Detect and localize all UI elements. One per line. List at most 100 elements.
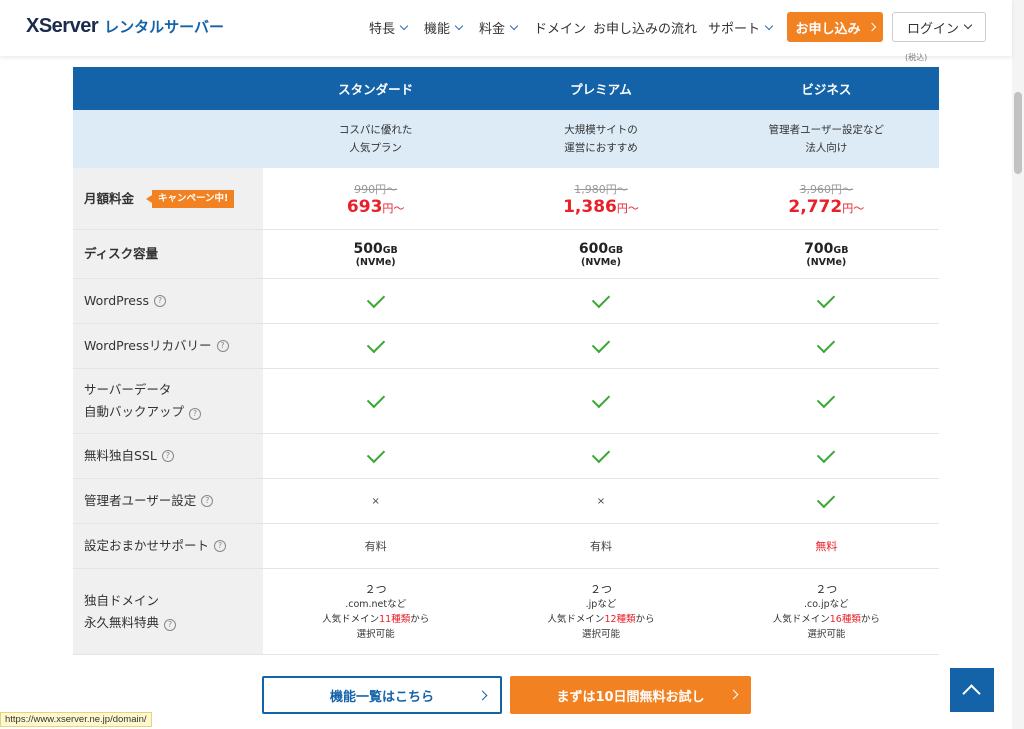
nav-features-label: 特長 bbox=[369, 22, 396, 37]
chevron-down-icon bbox=[399, 21, 409, 30]
disk-size: 600GB bbox=[579, 241, 623, 257]
scrollbar-thumb[interactable] bbox=[1014, 92, 1022, 174]
wordpress-premium bbox=[488, 279, 713, 323]
old-price: 3,960円〜 bbox=[799, 182, 854, 196]
old-price: 990円〜 bbox=[354, 182, 398, 196]
logo-sub: レンタルサーバー bbox=[104, 18, 224, 36]
nav-flow-label: お申し込みの流れ bbox=[593, 22, 698, 37]
chevron-down-icon bbox=[454, 21, 464, 30]
desc-blank-cell bbox=[73, 110, 263, 168]
check-icon bbox=[366, 389, 385, 408]
backup-business bbox=[714, 369, 939, 433]
domain-kinds: 12種類 bbox=[604, 613, 636, 625]
login-button[interactable]: ログイン bbox=[892, 12, 986, 42]
ssl-standard bbox=[263, 434, 488, 478]
plan-name-business: ビジネス bbox=[801, 82, 852, 97]
price-unit: 円〜 bbox=[616, 201, 639, 215]
ssl-premium bbox=[488, 434, 713, 478]
domain-count: ２つ bbox=[815, 582, 838, 596]
domain-pre: 人気ドメイン bbox=[772, 613, 830, 625]
backup-label-line2: 自動バックアップ bbox=[84, 404, 185, 419]
disk-premium: 600GB (NVMe) bbox=[488, 230, 713, 278]
back-to-top-button[interactable] bbox=[950, 668, 994, 712]
plan-desc-line: 管理者ユーザー設定など bbox=[768, 124, 884, 136]
nav-domain[interactable]: ドメイン bbox=[534, 18, 586, 37]
nav-functions[interactable]: 機能 bbox=[424, 18, 464, 37]
wordpress-row: WordPress ? bbox=[73, 279, 939, 324]
price-value: 2,772 bbox=[788, 196, 843, 217]
chevron-down-icon bbox=[963, 20, 973, 30]
nav-features[interactable]: 特長 bbox=[369, 18, 409, 37]
plan-name-row: スタンダード プレミアム ビジネス bbox=[73, 67, 939, 110]
features-list-button[interactable]: 機能一覧はこちら bbox=[262, 676, 502, 714]
plan-name-standard: スタンダード bbox=[338, 82, 414, 97]
check-icon bbox=[366, 444, 385, 463]
check-icon bbox=[591, 389, 611, 408]
features-list-label: 機能一覧はこちら bbox=[329, 689, 434, 705]
domain-post: から bbox=[635, 613, 655, 625]
plan-desc-business: 管理者ユーザー設定など 法人向け bbox=[714, 110, 939, 168]
plan-desc-line: 法人向け bbox=[805, 142, 848, 154]
help-icon[interactable]: ? bbox=[161, 450, 174, 462]
free-trial-button[interactable]: まずは10日間無料お試し bbox=[510, 676, 751, 714]
support-row-label: 設定おまかせサポート ? bbox=[73, 524, 263, 568]
price-business: 3,960円〜 2,772円〜 bbox=[714, 168, 939, 229]
help-icon[interactable]: ? bbox=[201, 495, 214, 507]
help-icon[interactable]: ? bbox=[164, 618, 177, 631]
site-logo[interactable]: XServer レンタルサーバー bbox=[26, 15, 224, 38]
backup-standard bbox=[263, 369, 488, 433]
check-icon bbox=[817, 389, 836, 408]
nav-support-label: サポート bbox=[708, 22, 761, 37]
backup-premium bbox=[488, 369, 713, 433]
plan-desc-line: 運営におすすめ bbox=[564, 142, 638, 154]
domain-label-line2: 永久無料特典 bbox=[84, 614, 160, 630]
wp-recovery-premium bbox=[488, 324, 713, 368]
ssl-business bbox=[714, 434, 939, 478]
check-icon bbox=[817, 334, 836, 353]
domain-standard: ２つ .com.netなど 人気ドメイン11種類から 選択可能 bbox=[263, 569, 488, 654]
nav-pricing[interactable]: 料金 bbox=[479, 18, 519, 37]
domain-premium: ２つ .jpなど 人気ドメイン12種類から 選択可能 bbox=[488, 569, 713, 654]
disk-unit: GB bbox=[833, 244, 849, 256]
plan-desc-standard: コスパに優れた 人気プラン bbox=[263, 110, 488, 168]
free-trial-label: まずは10日間無料お試し bbox=[556, 689, 705, 705]
check-icon bbox=[591, 444, 611, 463]
price-label: 月額料金 bbox=[84, 190, 135, 206]
wp-recovery-standard bbox=[263, 324, 488, 368]
check-icon bbox=[817, 489, 836, 508]
help-icon[interactable]: ? bbox=[216, 340, 229, 352]
chevron-up-icon bbox=[962, 684, 981, 703]
check-icon bbox=[591, 289, 611, 308]
admin-user-business bbox=[714, 479, 939, 523]
support-premium: 有料 bbox=[488, 524, 713, 568]
check-icon bbox=[591, 334, 611, 353]
wordpress-business bbox=[714, 279, 939, 323]
wp-recovery-row: WordPressリカバリー ? bbox=[73, 324, 939, 369]
wordpress-row-label: WordPress ? bbox=[73, 279, 263, 323]
price-value: 1,386 bbox=[563, 196, 617, 217]
domain-kinds: 11種類 bbox=[379, 613, 411, 625]
nav-domain-label: ドメイン bbox=[534, 22, 587, 37]
chevron-right-icon bbox=[867, 22, 876, 32]
disk-type: (NVMe) bbox=[355, 256, 396, 268]
price-premium: 1,980円〜 1,386円〜 bbox=[488, 168, 713, 229]
help-icon[interactable]: ? bbox=[154, 295, 167, 307]
nav-flow[interactable]: お申し込みの流れ bbox=[593, 18, 697, 37]
disk-row-label: ディスク容量 bbox=[73, 230, 263, 278]
help-icon[interactable]: ? bbox=[189, 408, 202, 420]
disk-value: 600 bbox=[578, 240, 609, 257]
support-standard: 有料 bbox=[263, 524, 488, 568]
plan-desc-line: コスパに優れた bbox=[338, 124, 413, 136]
campaign-price: 1,386円〜 bbox=[563, 197, 639, 217]
admin-user-premium: × bbox=[488, 479, 713, 523]
price-unit: 円〜 bbox=[842, 201, 865, 215]
nav-support[interactable]: サポート bbox=[708, 18, 774, 37]
help-icon[interactable]: ? bbox=[214, 540, 227, 552]
wp-recovery-business bbox=[714, 324, 939, 368]
wp-recovery-label: WordPressリカバリー bbox=[84, 338, 212, 353]
apply-button[interactable]: お申し込み bbox=[787, 12, 883, 42]
tax-note: (税込) bbox=[905, 53, 928, 62]
page-scrollbar[interactable] bbox=[1012, 0, 1024, 729]
domain-tld: .jpなど bbox=[585, 598, 617, 610]
disk-size: 500GB bbox=[354, 241, 398, 257]
